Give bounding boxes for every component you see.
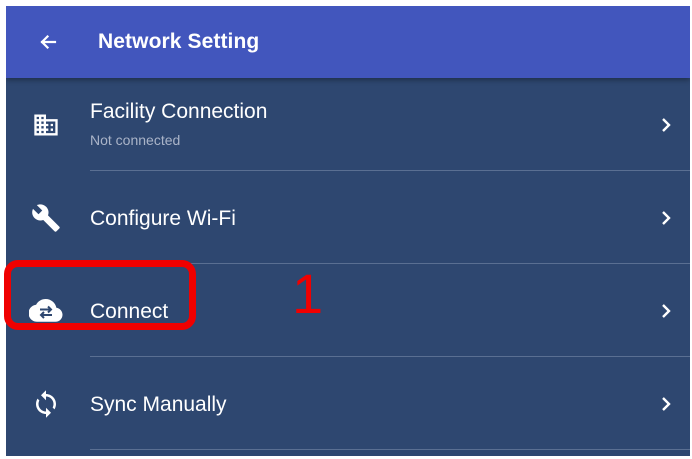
chevron-right-icon <box>658 394 674 414</box>
arrow-left-icon <box>40 34 57 50</box>
sync-icon <box>26 384 66 424</box>
app-bar: Network Setting <box>6 6 690 78</box>
building-icon <box>26 105 66 145</box>
settings-item-subtitle: Not connected <box>90 132 181 148</box>
settings-item-label: Facility Connection <box>90 100 268 123</box>
settings-item-configure-wifi[interactable]: Configure Wi-Fi <box>6 171 690 264</box>
settings-item-label: Configure Wi-Fi <box>90 207 236 230</box>
back-button[interactable] <box>34 28 62 56</box>
app-screen: Network Setting Facility Connection Not … <box>6 6 690 456</box>
settings-item-sync-manually[interactable]: Sync Manually <box>6 357 690 450</box>
chevron-right-icon <box>658 208 674 228</box>
step-number: 1 <box>292 262 324 325</box>
chevron-right-icon <box>658 115 674 135</box>
chevron-right-icon <box>658 301 674 321</box>
settings-item-facility-connection[interactable]: Facility Connection Not connected <box>6 78 690 171</box>
wrench-icon <box>26 198 66 238</box>
page-title: Network Setting <box>98 30 260 53</box>
highlight-box <box>4 260 196 330</box>
divider <box>90 449 690 450</box>
settings-item-label: Sync Manually <box>90 393 227 416</box>
